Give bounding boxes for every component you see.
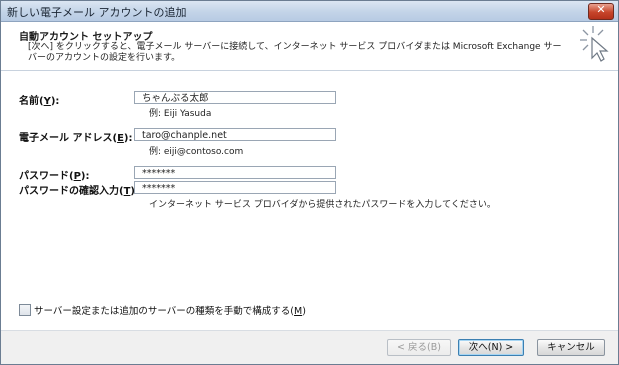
next-button[interactable]: 次へ(N) > bbox=[458, 339, 524, 356]
manual-setup-checkbox[interactable] bbox=[19, 304, 31, 316]
window-title: 新しい電子メール アカウントの追加 bbox=[7, 6, 187, 19]
close-icon: ✕ bbox=[596, 3, 606, 16]
password-input[interactable]: ******* bbox=[134, 166, 336, 179]
password-confirm-label: パスワードの確認入力(T): bbox=[19, 186, 139, 197]
name-label: 名前(Y): bbox=[19, 96, 60, 107]
name-input[interactable]: ちゃんぷる太郎 bbox=[134, 91, 336, 104]
back-button[interactable]: < 戻る(B) bbox=[387, 339, 451, 356]
add-account-dialog: 新しい電子メール アカウントの追加 ✕ 自動アカウント セットアップ [次へ] … bbox=[0, 0, 619, 365]
email-input[interactable]: taro@chanple.net bbox=[134, 128, 336, 141]
manual-setup-label[interactable]: サーバー設定または追加のサーバーの種類を手動で構成する(M) bbox=[34, 303, 306, 317]
button-bar: < 戻る(B) 次へ(N) > キャンセル bbox=[1, 331, 618, 364]
header-description: [次へ] をクリックすると、電子メール サーバーに接続して、インターネット サー… bbox=[28, 42, 562, 63]
header-title: 自動アカウント セットアップ bbox=[19, 32, 153, 43]
password-hint: インターネット サービス プロバイダから提供されたパスワードを入力してください。 bbox=[149, 200, 496, 210]
title-bar: 新しい電子メール アカウントの追加 ✕ bbox=[1, 1, 618, 22]
password-confirm-input[interactable]: ******* bbox=[134, 181, 336, 194]
email-label: 電子メール アドレス(E): bbox=[19, 133, 133, 144]
cursor-sparkle-icon bbox=[580, 26, 609, 62]
wizard-header: 自動アカウント セットアップ [次へ] をクリックすると、電子メール サーバーに… bbox=[1, 22, 618, 71]
close-button[interactable]: ✕ bbox=[588, 3, 614, 20]
password-label: パスワード(P): bbox=[19, 171, 90, 182]
email-hint: 例: eiji@contoso.com bbox=[149, 147, 244, 157]
cancel-button[interactable]: キャンセル bbox=[537, 339, 605, 356]
name-hint: 例: Eiji Yasuda bbox=[149, 109, 212, 119]
